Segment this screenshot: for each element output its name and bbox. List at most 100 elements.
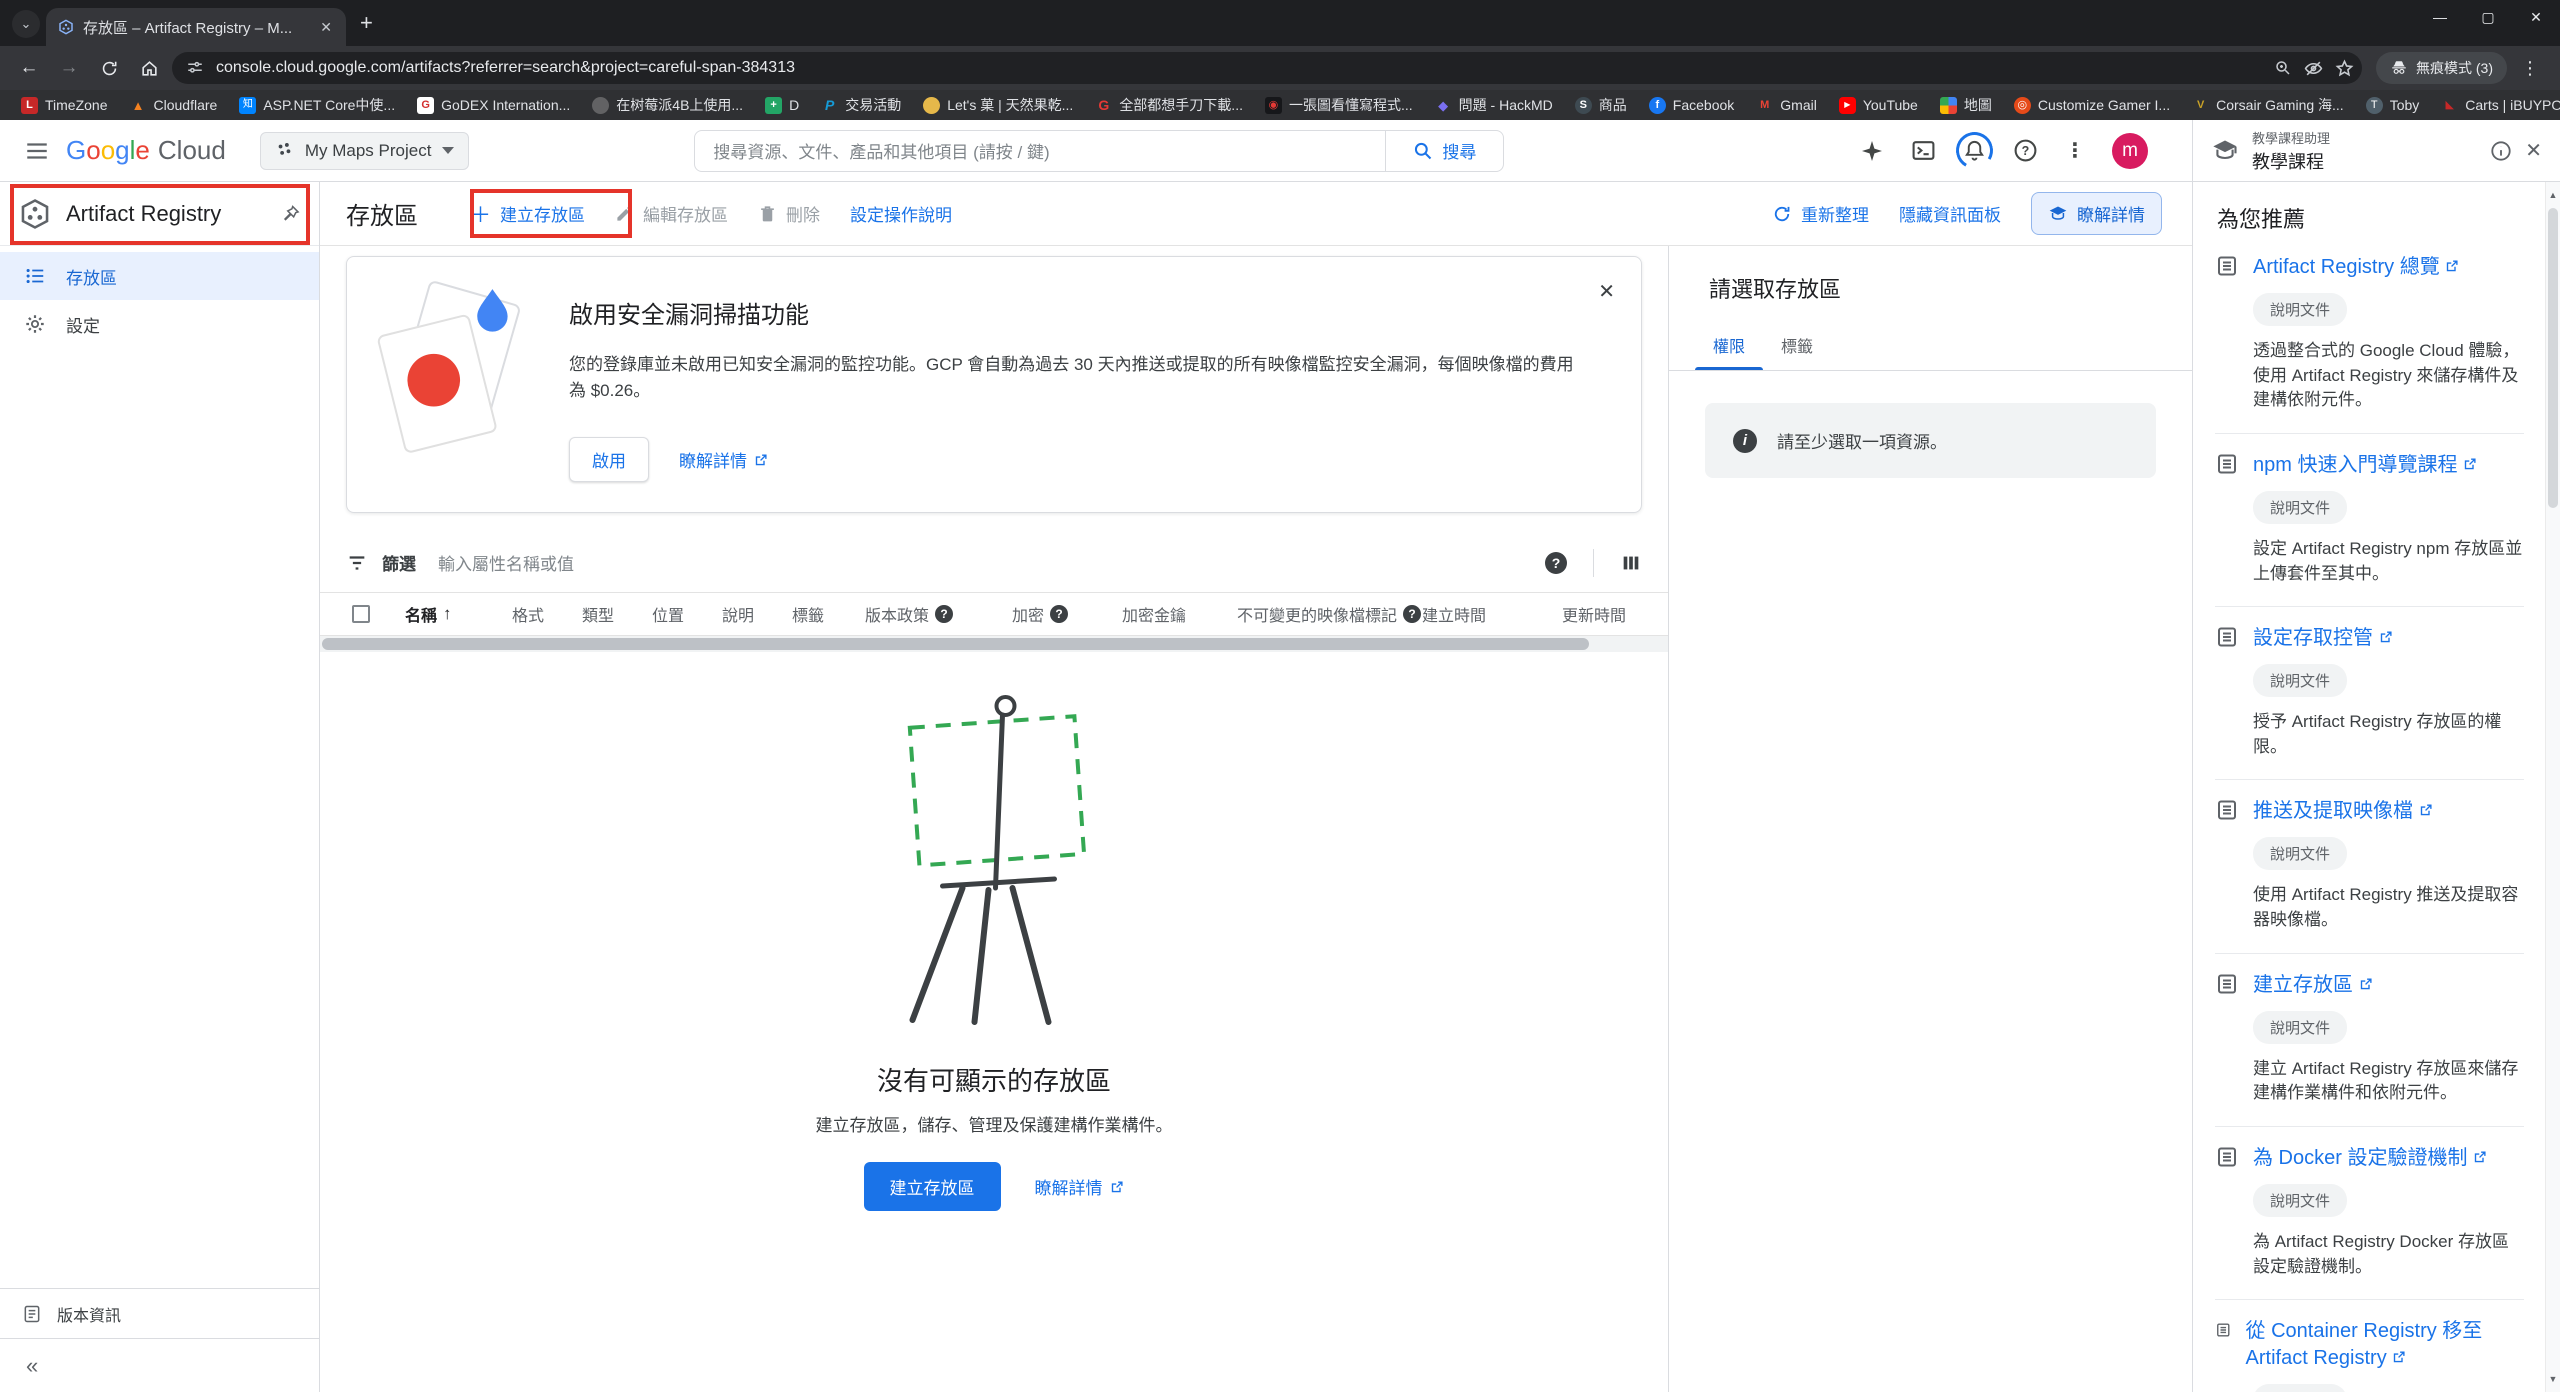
column-header-create-time[interactable]: 建立時間 — [1422, 602, 1562, 626]
release-notes-button[interactable]: 版本資訊 — [0, 1288, 319, 1338]
column-header-immutable-tags[interactable]: 不可變更的映像檔標記? — [1237, 602, 1422, 626]
new-tab-button[interactable]: + — [360, 10, 373, 36]
learn-panel-scrollbar[interactable]: ▲ ▼ — [2545, 182, 2560, 1392]
horizontal-scrollbar[interactable] — [320, 636, 1668, 652]
bookmark-item[interactable]: fFacebook — [1638, 97, 1745, 114]
eye-off-icon[interactable] — [2304, 59, 2323, 78]
avatar[interactable]: m — [2112, 133, 2148, 169]
column-settings-icon[interactable] — [1620, 552, 1642, 574]
setup-instructions-link[interactable]: 設定操作說明 — [850, 201, 952, 226]
google-cloud-logo[interactable]: Google Cloud — [66, 135, 226, 166]
column-header-type[interactable]: 類型 — [582, 602, 652, 626]
column-header-format[interactable]: 格式 — [512, 602, 582, 626]
tab-permissions[interactable]: 權限 — [1695, 320, 1763, 370]
browser-menu-icon[interactable]: ⋮ — [2513, 58, 2548, 79]
bookmark-item[interactable]: MGmail — [1745, 97, 1828, 114]
sidebar-collapse-icon[interactable]: « — [0, 1338, 319, 1392]
learn-card-link[interactable]: npm 快速入門導覽課程 — [2253, 452, 2478, 479]
create-repository-button[interactable]: ＋ 建立存放區 — [470, 199, 585, 229]
column-help-icon[interactable]: ? — [935, 605, 953, 623]
column-header-name[interactable]: 名稱↑ — [405, 602, 512, 626]
learn-card-link[interactable]: 從 Container Registry 移至 Artifact Registr… — [2246, 1318, 2524, 1372]
bookmark-item[interactable]: 在树莓派4B上使用... — [581, 95, 754, 115]
column-header-version-policy[interactable]: 版本政策? — [865, 602, 1012, 626]
column-header-description[interactable]: 說明 — [722, 602, 792, 626]
column-help-icon[interactable]: ? — [1403, 605, 1421, 623]
project-selector[interactable]: My Maps Project — [260, 132, 470, 170]
hamburger-menu-icon[interactable] — [24, 138, 50, 164]
scrollbar-thumb[interactable] — [2548, 208, 2558, 508]
filter-input[interactable]: 輸入屬性名稱或值 — [438, 550, 1531, 575]
omnibox[interactable]: console.cloud.google.com/artifacts?refer… — [172, 52, 2362, 84]
scroll-up-icon[interactable]: ▲ — [2546, 190, 2560, 200]
bookmark-item[interactable]: Let's 菓 | 天然果乾... — [912, 95, 1084, 115]
tab-close-icon[interactable]: ✕ — [316, 19, 336, 36]
bookmark-item[interactable]: VCorsair Gaming 海... — [2181, 95, 2355, 115]
delete-button[interactable]: 刪除 — [758, 201, 820, 226]
hide-info-panel-button[interactable]: 隱藏資訊面板 — [1899, 201, 2001, 226]
bookmark-item[interactable]: ▲Cloudflare — [119, 97, 229, 114]
banner-close-icon[interactable]: ✕ — [1598, 279, 1615, 304]
refresh-button[interactable]: 重新整理 — [1772, 201, 1869, 226]
window-close-icon[interactable]: ✕ — [2512, 0, 2560, 34]
search-input[interactable]: 搜尋資源、文件、產品和其他項目 (請按 / 鍵) — [695, 131, 1385, 171]
bookmark-item[interactable]: LTimeZone — [10, 97, 119, 114]
column-header-encryption-key[interactable]: 加密金鑰 — [1122, 602, 1237, 626]
window-maximize-icon[interactable]: ▢ — [2464, 0, 2512, 34]
scroll-down-icon[interactable]: ▼ — [2546, 1374, 2560, 1384]
forward-icon[interactable]: → — [52, 51, 86, 85]
site-info-icon[interactable] — [186, 59, 204, 77]
sidebar-item-settings[interactable]: 設定 — [0, 300, 319, 348]
sidebar-item-repositories[interactable]: 存放區 — [0, 252, 319, 300]
empty-learn-more-link[interactable]: 瞭解詳情 — [1035, 1174, 1125, 1199]
tab-search-icon[interactable]: ⌄ — [12, 10, 40, 38]
browser-tab[interactable]: 存放區 – Artifact Registry – M... ✕ — [46, 8, 346, 46]
back-icon[interactable]: ← — [12, 51, 46, 85]
learn-card-link[interactable]: 設定存取控管 — [2253, 625, 2394, 652]
learn-card-link[interactable]: 建立存放區 — [2253, 972, 2374, 999]
cloud-shell-icon[interactable] — [1911, 138, 1936, 163]
bookmark-item[interactable]: P交易活動 — [810, 95, 912, 115]
edit-repository-button[interactable]: 編輯存放區 — [615, 201, 728, 226]
learn-close-icon[interactable]: ✕ — [2525, 138, 2542, 163]
pin-icon[interactable] — [281, 204, 301, 224]
learn-more-toolbar-button[interactable]: 瞭解詳情 — [2031, 192, 2162, 235]
zoom-icon[interactable] — [2274, 59, 2292, 77]
learn-info-icon[interactable] — [2490, 140, 2512, 162]
column-help-icon[interactable]: ? — [1050, 605, 1068, 623]
filter-help-icon[interactable]: ? — [1545, 552, 1567, 574]
bookmark-item[interactable]: ▶YouTube — [1828, 97, 1929, 114]
search-button[interactable]: 搜尋 — [1385, 131, 1503, 171]
bookmark-item[interactable]: G全部都想手刀下載... — [1084, 95, 1254, 115]
bookmark-item[interactable]: GGoDEX Internation... — [406, 97, 581, 114]
bookmark-item[interactable]: ◎Customize Gamer I... — [2003, 97, 2181, 114]
url-text[interactable]: console.cloud.google.com/artifacts?refer… — [216, 59, 2262, 77]
select-all-checkbox[interactable] — [352, 605, 370, 623]
bookmark-item[interactable]: 地圖 — [1929, 95, 2003, 115]
bookmark-item[interactable]: ◣Carts | iBUYPOWE... — [2430, 97, 2560, 114]
more-options-icon[interactable]: ⋮ — [2065, 138, 2085, 163]
column-header-encryption[interactable]: 加密? — [1012, 602, 1122, 626]
tab-labels[interactable]: 標籤 — [1763, 320, 1831, 370]
incognito-profile-chip[interactable]: 無痕模式 (3) — [2376, 52, 2507, 84]
bookmark-star-icon[interactable] — [2335, 59, 2354, 78]
column-header-labels[interactable]: 標籤 — [792, 602, 865, 626]
bookmark-item[interactable]: 知ASP.NET Core中使... — [228, 95, 406, 115]
create-repository-primary-button[interactable]: 建立存放區 — [864, 1162, 1001, 1211]
banner-learn-more-link[interactable]: 瞭解詳情 — [679, 447, 769, 472]
bookmark-item[interactable]: ◆問題 - HackMD — [1424, 95, 1564, 115]
column-header-update-time[interactable]: 更新時間 — [1562, 602, 1642, 626]
reload-icon[interactable] — [92, 51, 126, 85]
enable-button[interactable]: 啟用 — [569, 437, 649, 482]
column-header-location[interactable]: 位置 — [652, 602, 722, 626]
notifications-bell-icon[interactable] — [1963, 139, 1986, 162]
bookmark-item[interactable]: ◉一張圖看懂寫程式... — [1254, 95, 1424, 115]
learn-card-link[interactable]: Artifact Registry 總覽 — [2253, 254, 2460, 281]
learn-card-link[interactable]: 為 Docker 設定驗證機制 — [2253, 1145, 2488, 1172]
help-icon[interactable]: ? — [2013, 138, 2038, 163]
bookmark-item[interactable]: TToby — [2355, 97, 2431, 114]
gemini-icon[interactable] — [1860, 139, 1884, 163]
bookmark-item[interactable]: +D — [754, 97, 810, 114]
learn-card-link[interactable]: 推送及提取映像檔 — [2253, 798, 2434, 825]
window-minimize-icon[interactable]: — — [2416, 0, 2464, 34]
